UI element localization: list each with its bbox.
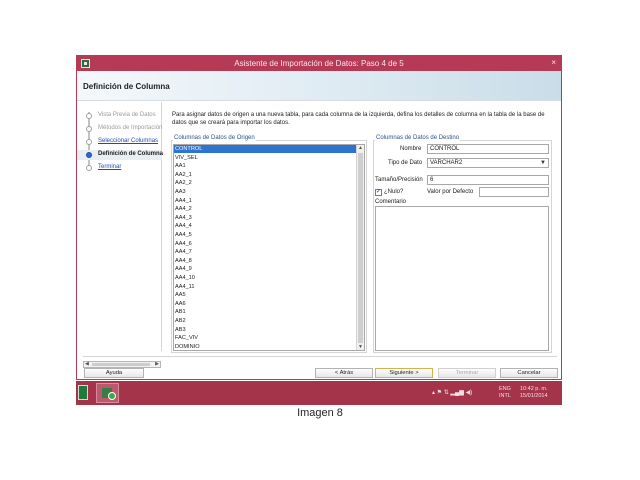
source-column-item[interactable]: AA4_6 <box>174 240 356 248</box>
source-column-item[interactable]: AA4_11 <box>174 283 356 291</box>
data-type-select[interactable]: VARCHAR2 ▼ <box>427 158 549 168</box>
scroll-down-icon[interactable]: ▼ <box>358 344 363 350</box>
target-group-label: Columnas de Datos de Destino <box>375 135 461 141</box>
tray-icons[interactable]: ▴ ⚑ ⇅ ▂▄▆ ◀) <box>432 389 472 396</box>
source-column-item[interactable]: AB2 <box>174 317 356 325</box>
scroll-right-icon[interactable]: ▶ <box>155 361 159 367</box>
size-precision-field[interactable]: 6 <box>427 175 549 185</box>
step-metodos-importacion: Métodos de Importación <box>98 125 163 131</box>
step-definicion-columna: Definición de Columna <box>98 151 164 157</box>
finish-button[interactable]: Terminar <box>438 368 496 378</box>
size-label: Tamaño/Precisión <box>375 177 423 183</box>
source-column-item[interactable]: AA2_2 <box>174 179 356 187</box>
source-group-label: Columnas de Datos de Origen <box>173 135 256 141</box>
step-terminar[interactable]: Terminar <box>98 164 121 170</box>
wizard-taskbar-button[interactable] <box>96 383 119 403</box>
data-type-label: Tipo de Dato <box>388 160 423 166</box>
nullable-label: ¿Nulo? <box>384 189 404 195</box>
region-label: INTL <box>499 393 511 399</box>
source-list-scrollbar[interactable]: ▲ ▼ <box>356 145 364 350</box>
source-column-item[interactable]: AA3 <box>174 188 356 196</box>
scrollbar-thumb[interactable] <box>358 153 363 343</box>
back-button[interactable]: < Atrás <box>315 368 373 378</box>
source-column-item[interactable]: AA4_8 <box>174 257 356 265</box>
figure-caption: Imagen 8 <box>297 407 343 419</box>
taskbar: ▴ ⚑ ⇅ ▂▄▆ ◀) ENG INTL 10:42 p. m. 15/01/20… <box>76 381 562 405</box>
instructions-text: Para asignar datos de origen a una nueva… <box>172 112 545 126</box>
scroll-up-icon[interactable]: ▲ <box>358 145 363 151</box>
step-indicator-icon <box>86 126 92 132</box>
comment-textarea[interactable] <box>375 206 549 351</box>
source-column-item[interactable]: AA2_1 <box>174 171 356 179</box>
source-column-item[interactable]: FAC_VIV <box>174 334 356 342</box>
chevron-down-icon[interactable]: ▼ <box>540 159 546 167</box>
divider <box>83 356 557 357</box>
source-column-item[interactable]: AB1 <box>174 308 356 316</box>
input-language[interactable]: ENG INTL <box>499 386 511 400</box>
source-column-item[interactable]: AB3 <box>174 326 356 334</box>
data-type-value: VARCHAR2 <box>430 160 463 166</box>
next-button[interactable]: Siguiente > <box>375 368 433 378</box>
step-seleccionar-columnas[interactable]: Seleccionar Columnas <box>98 138 158 144</box>
source-column-item[interactable]: AA4_3 <box>174 214 356 222</box>
source-column-item[interactable]: AA6 <box>174 300 356 308</box>
source-column-item[interactable]: AA1 <box>174 162 356 170</box>
scroll-left-icon[interactable]: ◀ <box>85 361 89 367</box>
help-button[interactable]: Ayuda <box>84 368 144 378</box>
source-column-item[interactable]: AA4_5 <box>174 231 356 239</box>
window-title: Asistente de Importación de Datos: Paso … <box>234 59 404 68</box>
clock[interactable]: 10:42 p. m. 15/01/2014 <box>520 386 548 400</box>
step-vista-previa: Vista Previa de Datos <box>98 112 156 118</box>
lang-label: ENG <box>499 386 511 392</box>
wizard-header: Definición de Columna <box>77 71 561 101</box>
comment-label: Comentario <box>375 199 407 205</box>
source-column-item[interactable]: AA4_2 <box>174 205 356 213</box>
source-column-item[interactable]: DOMINIO <box>174 343 356 350</box>
close-icon[interactable]: × <box>551 58 556 67</box>
name-label: Nombre <box>400 146 422 152</box>
scrollbar-thumb[interactable] <box>92 363 150 366</box>
play-icon <box>108 392 116 400</box>
step-indicator-icon <box>86 139 92 145</box>
source-column-item[interactable]: AA4_7 <box>174 248 356 256</box>
default-value-label: Valor por Defecto <box>427 189 474 195</box>
wizard-steps: Vista Previa de Datos Métodos de Importa… <box>77 102 164 351</box>
source-column-item[interactable]: AA4_10 <box>174 274 356 282</box>
page-title: Definición de Columna <box>83 82 170 91</box>
source-column-item[interactable]: VIV_SEL <box>174 154 356 162</box>
clock-date: 15/01/2014 <box>520 393 548 399</box>
step-indicator-icon <box>86 113 92 119</box>
current-step-icon <box>86 152 92 158</box>
clock-time: 10:42 p. m. <box>520 386 548 392</box>
default-value-field[interactable] <box>479 187 549 197</box>
cancel-button[interactable]: Cancelar <box>500 368 558 378</box>
source-column-item[interactable]: CONTROL <box>174 145 356 153</box>
step-indicator-icon <box>86 165 92 171</box>
title-bar[interactable]: Asistente de Importación de Datos: Paso … <box>77 56 561 71</box>
source-column-item[interactable]: AA4_9 <box>174 265 356 273</box>
nullable-checkbox[interactable]: ✓ <box>375 189 382 196</box>
source-column-item[interactable]: AA4_4 <box>174 222 356 230</box>
source-columns-list[interactable]: CONTROL VIV_SEL AA1 AA2_1 AA2_2 AA3 AA4_1 AA4_2… <box>173 144 365 351</box>
name-field[interactable]: CONTROL <box>427 144 549 154</box>
steps-horizontal-scrollbar[interactable]: ◀ ▶ <box>83 361 161 368</box>
excel-taskbar-icon[interactable] <box>78 385 88 400</box>
source-column-item[interactable]: AA4_1 <box>174 197 356 205</box>
source-column-item[interactable]: AA5 <box>174 291 356 299</box>
import-wizard-window: Asistente de Importación de Datos: Paso … <box>76 55 562 380</box>
